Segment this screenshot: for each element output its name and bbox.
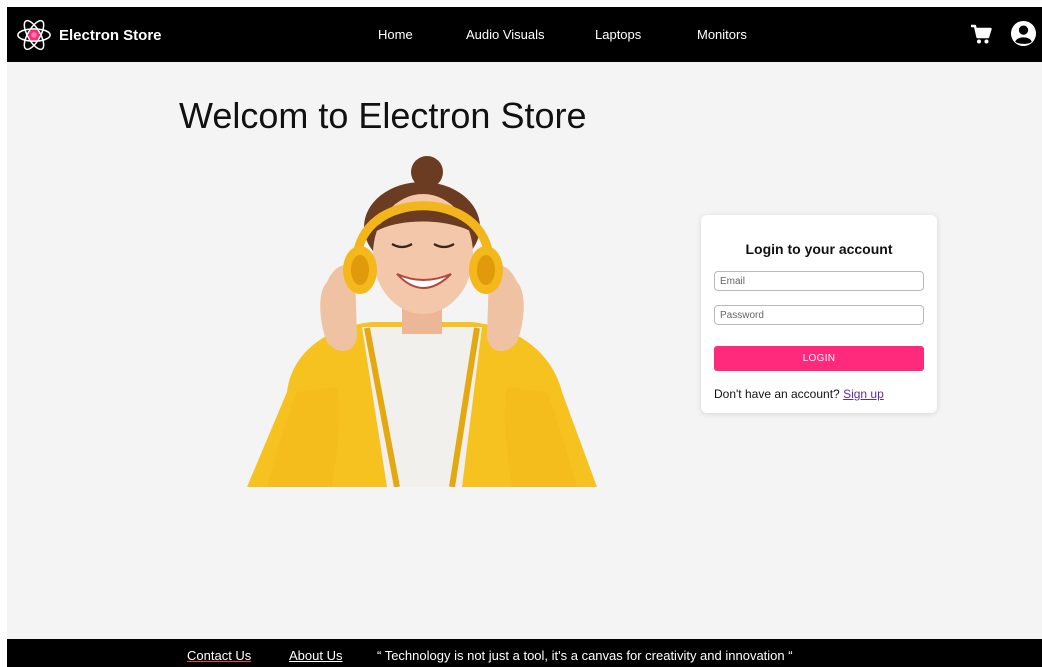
brand-home-link[interactable]: Electron Store: [15, 16, 162, 54]
footer: Contact Us About Us “ Technology is not …: [7, 639, 1042, 667]
signup-row: Don't have an account? Sign up: [714, 387, 884, 401]
signup-link[interactable]: Sign up: [843, 387, 884, 401]
hero-woman-headphones-image: [247, 156, 597, 487]
nav-link-laptops[interactable]: Laptops: [595, 27, 641, 42]
about-us-link[interactable]: About Us: [289, 648, 342, 663]
login-title: Login to your account: [745, 241, 893, 257]
password-field[interactable]: [714, 305, 924, 325]
cart-icon[interactable]: [969, 22, 993, 46]
footer-quote: “ Technology is not just a tool, it's a …: [377, 648, 793, 663]
user-account-icon[interactable]: [1010, 20, 1037, 47]
navbar: Electron Store Home Audio Visuals Laptop…: [7, 7, 1042, 62]
contact-us-link[interactable]: Contact Us: [187, 648, 251, 663]
nav-link-audio-visuals[interactable]: Audio Visuals: [466, 27, 545, 42]
page: Electron Store Home Audio Visuals Laptop…: [7, 7, 1042, 667]
atom-logo-icon: [17, 19, 51, 51]
email-field[interactable]: [714, 271, 924, 291]
brand-name: Electron Store: [59, 26, 162, 44]
nav-link-monitors[interactable]: Monitors: [697, 27, 747, 42]
login-card: Login to your account LOGIN Don't have a…: [701, 215, 937, 413]
welcome-title: Welcom to Electron Store: [179, 95, 587, 136]
signup-prompt: Don't have an account?: [714, 387, 840, 401]
login-button[interactable]: LOGIN: [714, 346, 924, 371]
nav-link-home[interactable]: Home: [378, 27, 413, 42]
